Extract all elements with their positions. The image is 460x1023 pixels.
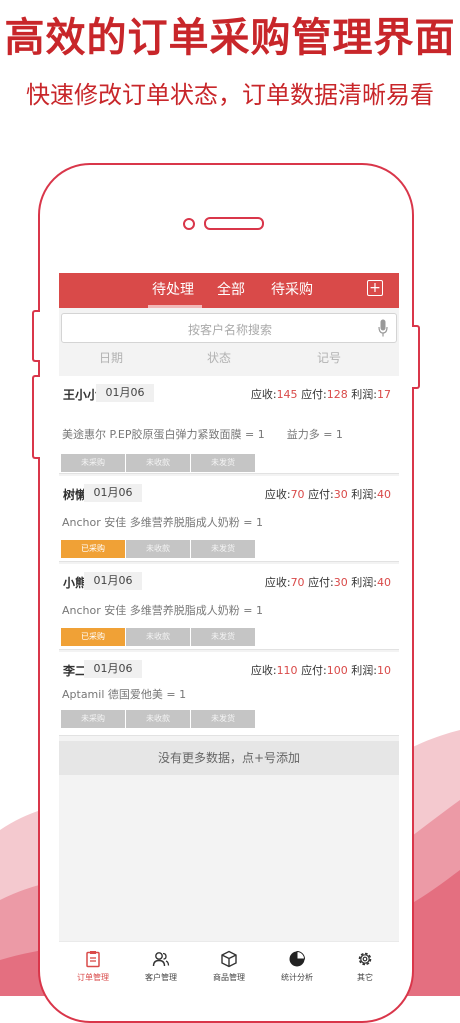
order-card[interactable]: 王小小 01月06 应收:145 应付:128 利润:17 美途惠尔 P.EP胶… <box>59 376 399 474</box>
order-card[interactable]: 李二 01月06 应收:110 应付:100 利润:10 Aptamil 德国爱… <box>59 652 399 736</box>
app-screen: 待处理 全部 待采购 + 按客户名称搜索 日期 状态 记号 王小小 01月06 … <box>59 273 399 996</box>
no-more-data-hint: 没有更多数据，点+号添加 <box>59 741 399 775</box>
shipping-status-button[interactable]: 未发货 <box>191 628 255 646</box>
nav-label: 订单管理 <box>77 973 109 982</box>
shipping-status-button[interactable]: 未发货 <box>191 540 255 558</box>
payment-status-button[interactable]: 未收款 <box>126 454 190 472</box>
payment-status-button[interactable]: 未收款 <box>126 540 190 558</box>
sort-by-status[interactable]: 状态 <box>207 349 231 366</box>
order-card[interactable]: 小熊 01月06 应收:70 应付:30 利润:40 Anchor 安佳 多维营… <box>59 564 399 650</box>
order-amounts: 应收:70 应付:30 利润:40 <box>264 576 391 589</box>
payment-status-button[interactable]: 未收款 <box>126 710 190 728</box>
order-amounts: 应收:110 应付:100 利润:10 <box>250 664 391 677</box>
bottom-nav: 订单管理 客户管理 商品管理 统计分析 其它 <box>59 941 399 996</box>
tab-active-indicator <box>148 305 202 308</box>
purchase-status-button[interactable]: 已采购 <box>61 628 125 646</box>
tab-all-label: 全部 <box>217 282 245 298</box>
order-amounts: 应收:145 应付:128 利润:17 <box>250 388 391 401</box>
order-date: 01月06 <box>84 484 142 502</box>
sort-by-mark[interactable]: 记号 <box>317 349 341 366</box>
search-placeholder: 按客户名称搜索 <box>187 323 272 337</box>
nav-label: 客户管理 <box>145 973 177 982</box>
payment-status-button[interactable]: 未收款 <box>126 628 190 646</box>
nav-order-management[interactable]: 订单管理 <box>59 942 127 996</box>
tab-to-purchase-label: 待采购 <box>271 282 313 298</box>
order-date: 01月06 <box>84 572 142 590</box>
nav-label: 商品管理 <box>213 973 245 982</box>
top-bar: 待处理 全部 待采购 + <box>59 273 399 308</box>
promo-subtitle: 快速修改订单状态，订单数据清晰易看 <box>26 81 434 109</box>
order-card[interactable]: 树懒 01月06 应收:70 应付:30 利润:40 Anchor 安佳 多维营… <box>59 476 399 562</box>
order-products: Aptamil 德国爱他美 = 1 <box>62 688 187 701</box>
pie-chart-icon <box>289 950 306 967</box>
order-products: Anchor 安佳 多维营养脱脂成人奶粉 = 1 <box>62 604 263 617</box>
shipping-status-button[interactable]: 未发货 <box>191 454 255 472</box>
nav-label: 其它 <box>357 973 373 982</box>
plus-square-icon[interactable]: + <box>367 280 383 296</box>
volume-up-button <box>32 310 40 362</box>
order-date: 01月06 <box>96 384 154 402</box>
search-input[interactable]: 按客户名称搜索 <box>61 313 397 343</box>
clipboard-icon <box>86 951 100 968</box>
power-button <box>412 325 420 389</box>
purchase-status-button[interactable]: 已采购 <box>61 540 125 558</box>
tab-pending[interactable]: 待处理 <box>148 281 202 308</box>
front-camera <box>183 218 195 230</box>
microphone-icon[interactable] <box>378 319 388 337</box>
customer-name: 王小小 <box>63 388 100 402</box>
nav-statistics[interactable]: 统计分析 <box>263 942 331 996</box>
tab-to-purchase[interactable]: 待采购 <box>271 281 313 299</box>
promo-title: 高效的订单采购管理界面 <box>4 15 456 61</box>
order-products: 美途惠尔 P.EP胶原蛋白弹力紧致面膜 = 1 益力多 = 1 <box>62 428 343 441</box>
nav-product-management[interactable]: 商品管理 <box>195 942 263 996</box>
gear-icon <box>358 952 372 966</box>
nav-other[interactable]: 其它 <box>331 942 399 996</box>
order-date: 01月06 <box>84 660 142 678</box>
tab-pending-label: 待处理 <box>152 282 194 298</box>
order-amounts: 应收:70 应付:30 利润:40 <box>264 488 391 501</box>
sort-by-date[interactable]: 日期 <box>99 349 123 366</box>
purchase-status-button[interactable]: 未采购 <box>61 710 125 728</box>
purchase-status-button[interactable]: 未采购 <box>61 454 125 472</box>
order-products: Anchor 安佳 多维营养脱脂成人奶粉 = 1 <box>62 516 263 529</box>
box-icon <box>221 950 237 968</box>
nav-label: 统计分析 <box>281 973 313 982</box>
volume-down-button <box>32 375 40 459</box>
users-icon <box>152 952 170 967</box>
tab-all[interactable]: 全部 <box>217 281 245 299</box>
sort-bar: 日期 状态 记号 <box>59 347 399 369</box>
shipping-status-button[interactable]: 未发货 <box>191 710 255 728</box>
nav-customer-management[interactable]: 客户管理 <box>127 942 195 996</box>
earpiece-speaker <box>204 217 264 230</box>
